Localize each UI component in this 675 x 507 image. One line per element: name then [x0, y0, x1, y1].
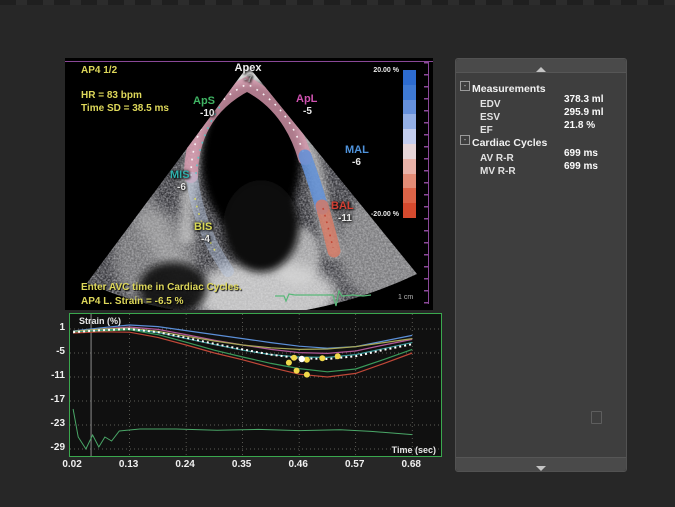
peak-marker: [294, 368, 300, 374]
scale-marker-label: 1 cm: [398, 294, 413, 301]
application-window: AP4 1/2 HR = 83 bpm Time SD = 38.5 ms Ap…: [0, 0, 675, 507]
measurements-panel: -MeasurementsEDV378.3 mlESV295.9 mlEF21.…: [455, 58, 627, 472]
y-axis-tick-label: -29: [38, 442, 65, 453]
measurement-value: 21.8 %: [564, 120, 595, 131]
heart-rate-readout: HR = 83 bpm: [81, 90, 142, 101]
segment-label-bis: BIS-4: [194, 222, 212, 245]
x-axis-tick-label: 0.24: [171, 459, 199, 470]
chart-y-axis-title: Strain (%): [79, 316, 121, 326]
x-axis-tick-label: 0.68: [397, 459, 425, 470]
measurement-row[interactable]: MV R-R 699 ms: [456, 161, 626, 174]
measurement-value: 378.3 ml: [564, 94, 603, 105]
y-axis-tick-label: -17: [38, 394, 65, 405]
peak-marker: [286, 360, 292, 366]
chevron-up-icon: [536, 67, 546, 72]
y-axis-tick-label: -23: [38, 418, 65, 429]
x-axis-tick-label: 0.13: [115, 459, 143, 470]
segment-label-bal: BAL-11: [331, 201, 354, 224]
colorbar-segment: [403, 203, 416, 218]
segment-name: Apex: [235, 62, 262, 74]
peak-marker: [319, 355, 325, 361]
scroll-up-button[interactable]: [456, 59, 626, 73]
selected-peak-marker: [299, 356, 305, 362]
peak-marker: [335, 353, 341, 359]
chevron-down-icon: [536, 466, 546, 471]
top-edge-decoration: [0, 0, 675, 5]
colorbar-segment: [403, 114, 416, 129]
colorbar-segment: [403, 188, 416, 203]
segment-label-apl: ApL-5: [296, 94, 317, 117]
x-axis-tick-label: 0.57: [341, 459, 369, 470]
collapse-icon[interactable]: -: [460, 135, 470, 145]
measurement-row[interactable]: EDV378.3 ml: [456, 94, 626, 107]
global-strain-readout: AP4 L. Strain = -6.5 %: [81, 296, 184, 307]
colorbar-segment: [403, 129, 416, 144]
colorbar-segment: [403, 159, 416, 174]
segment-label-mal: MAL-6: [345, 145, 369, 168]
colorbar-segment: [403, 100, 416, 115]
strain-colorbar: 20.00 % -20.00 %: [403, 70, 416, 218]
segment-label-aps: ApS-10: [193, 96, 215, 119]
measurement-row[interactable]: EF21.8 %: [456, 120, 626, 133]
section-header[interactable]: -Measurements: [456, 79, 626, 93]
measurement-label: MV R-R: [480, 166, 516, 177]
x-axis-tick-label: 0.35: [228, 459, 256, 470]
x-axis-tick-label: 0.46: [284, 459, 312, 470]
colorbar-max-label: 20.00 %: [353, 67, 399, 74]
y-axis-tick-label: -5: [38, 346, 65, 357]
measurement-value: 699 ms: [564, 161, 598, 172]
peak-marker: [291, 355, 297, 361]
colorbar-min-label: -20.00 %: [353, 211, 399, 218]
segment-value: -7: [223, 74, 273, 85]
segment-label-apex: Apex -7: [223, 62, 273, 85]
colorbar-segment: [403, 70, 416, 85]
measurement-row[interactable]: AV R-R699 ms: [456, 148, 626, 161]
y-axis-tick-label: -11: [38, 370, 65, 381]
collapse-icon[interactable]: -: [460, 81, 470, 91]
chart-x-axis-title: Time (sec): [392, 445, 436, 455]
measurement-value: 295.9 ml: [564, 107, 603, 118]
x-axis-tick-label: 0.02: [58, 459, 86, 470]
strain-chart[interactable]: Strain (%) Time (sec): [69, 313, 442, 457]
time-sd-readout: Time SD = 38.5 ms: [81, 103, 169, 114]
section-header[interactable]: -Cardiac Cycles: [456, 133, 626, 147]
peak-marker: [304, 372, 310, 378]
view-title: AP4 1/2: [81, 65, 117, 76]
measurement-row[interactable]: ESV295.9 ml: [456, 107, 626, 120]
segment-label-mis: MIS-6: [170, 170, 190, 193]
colorbar-segment: [403, 85, 416, 100]
ultrasound-viewport[interactable]: AP4 1/2 HR = 83 bpm Time SD = 38.5 ms Ap…: [65, 58, 433, 310]
colorbar-segment: [403, 144, 416, 159]
avc-prompt-text: Enter AVC time in Cardiac Cycles.: [81, 282, 242, 293]
colorbar-segment: [403, 174, 416, 189]
strain-plot-area[interactable]: [70, 314, 441, 456]
measurement-value: 699 ms: [564, 148, 598, 159]
scroll-down-button[interactable]: [456, 457, 626, 471]
panel-grip-icon[interactable]: [591, 411, 602, 424]
y-axis-tick-label: 1: [38, 322, 65, 333]
